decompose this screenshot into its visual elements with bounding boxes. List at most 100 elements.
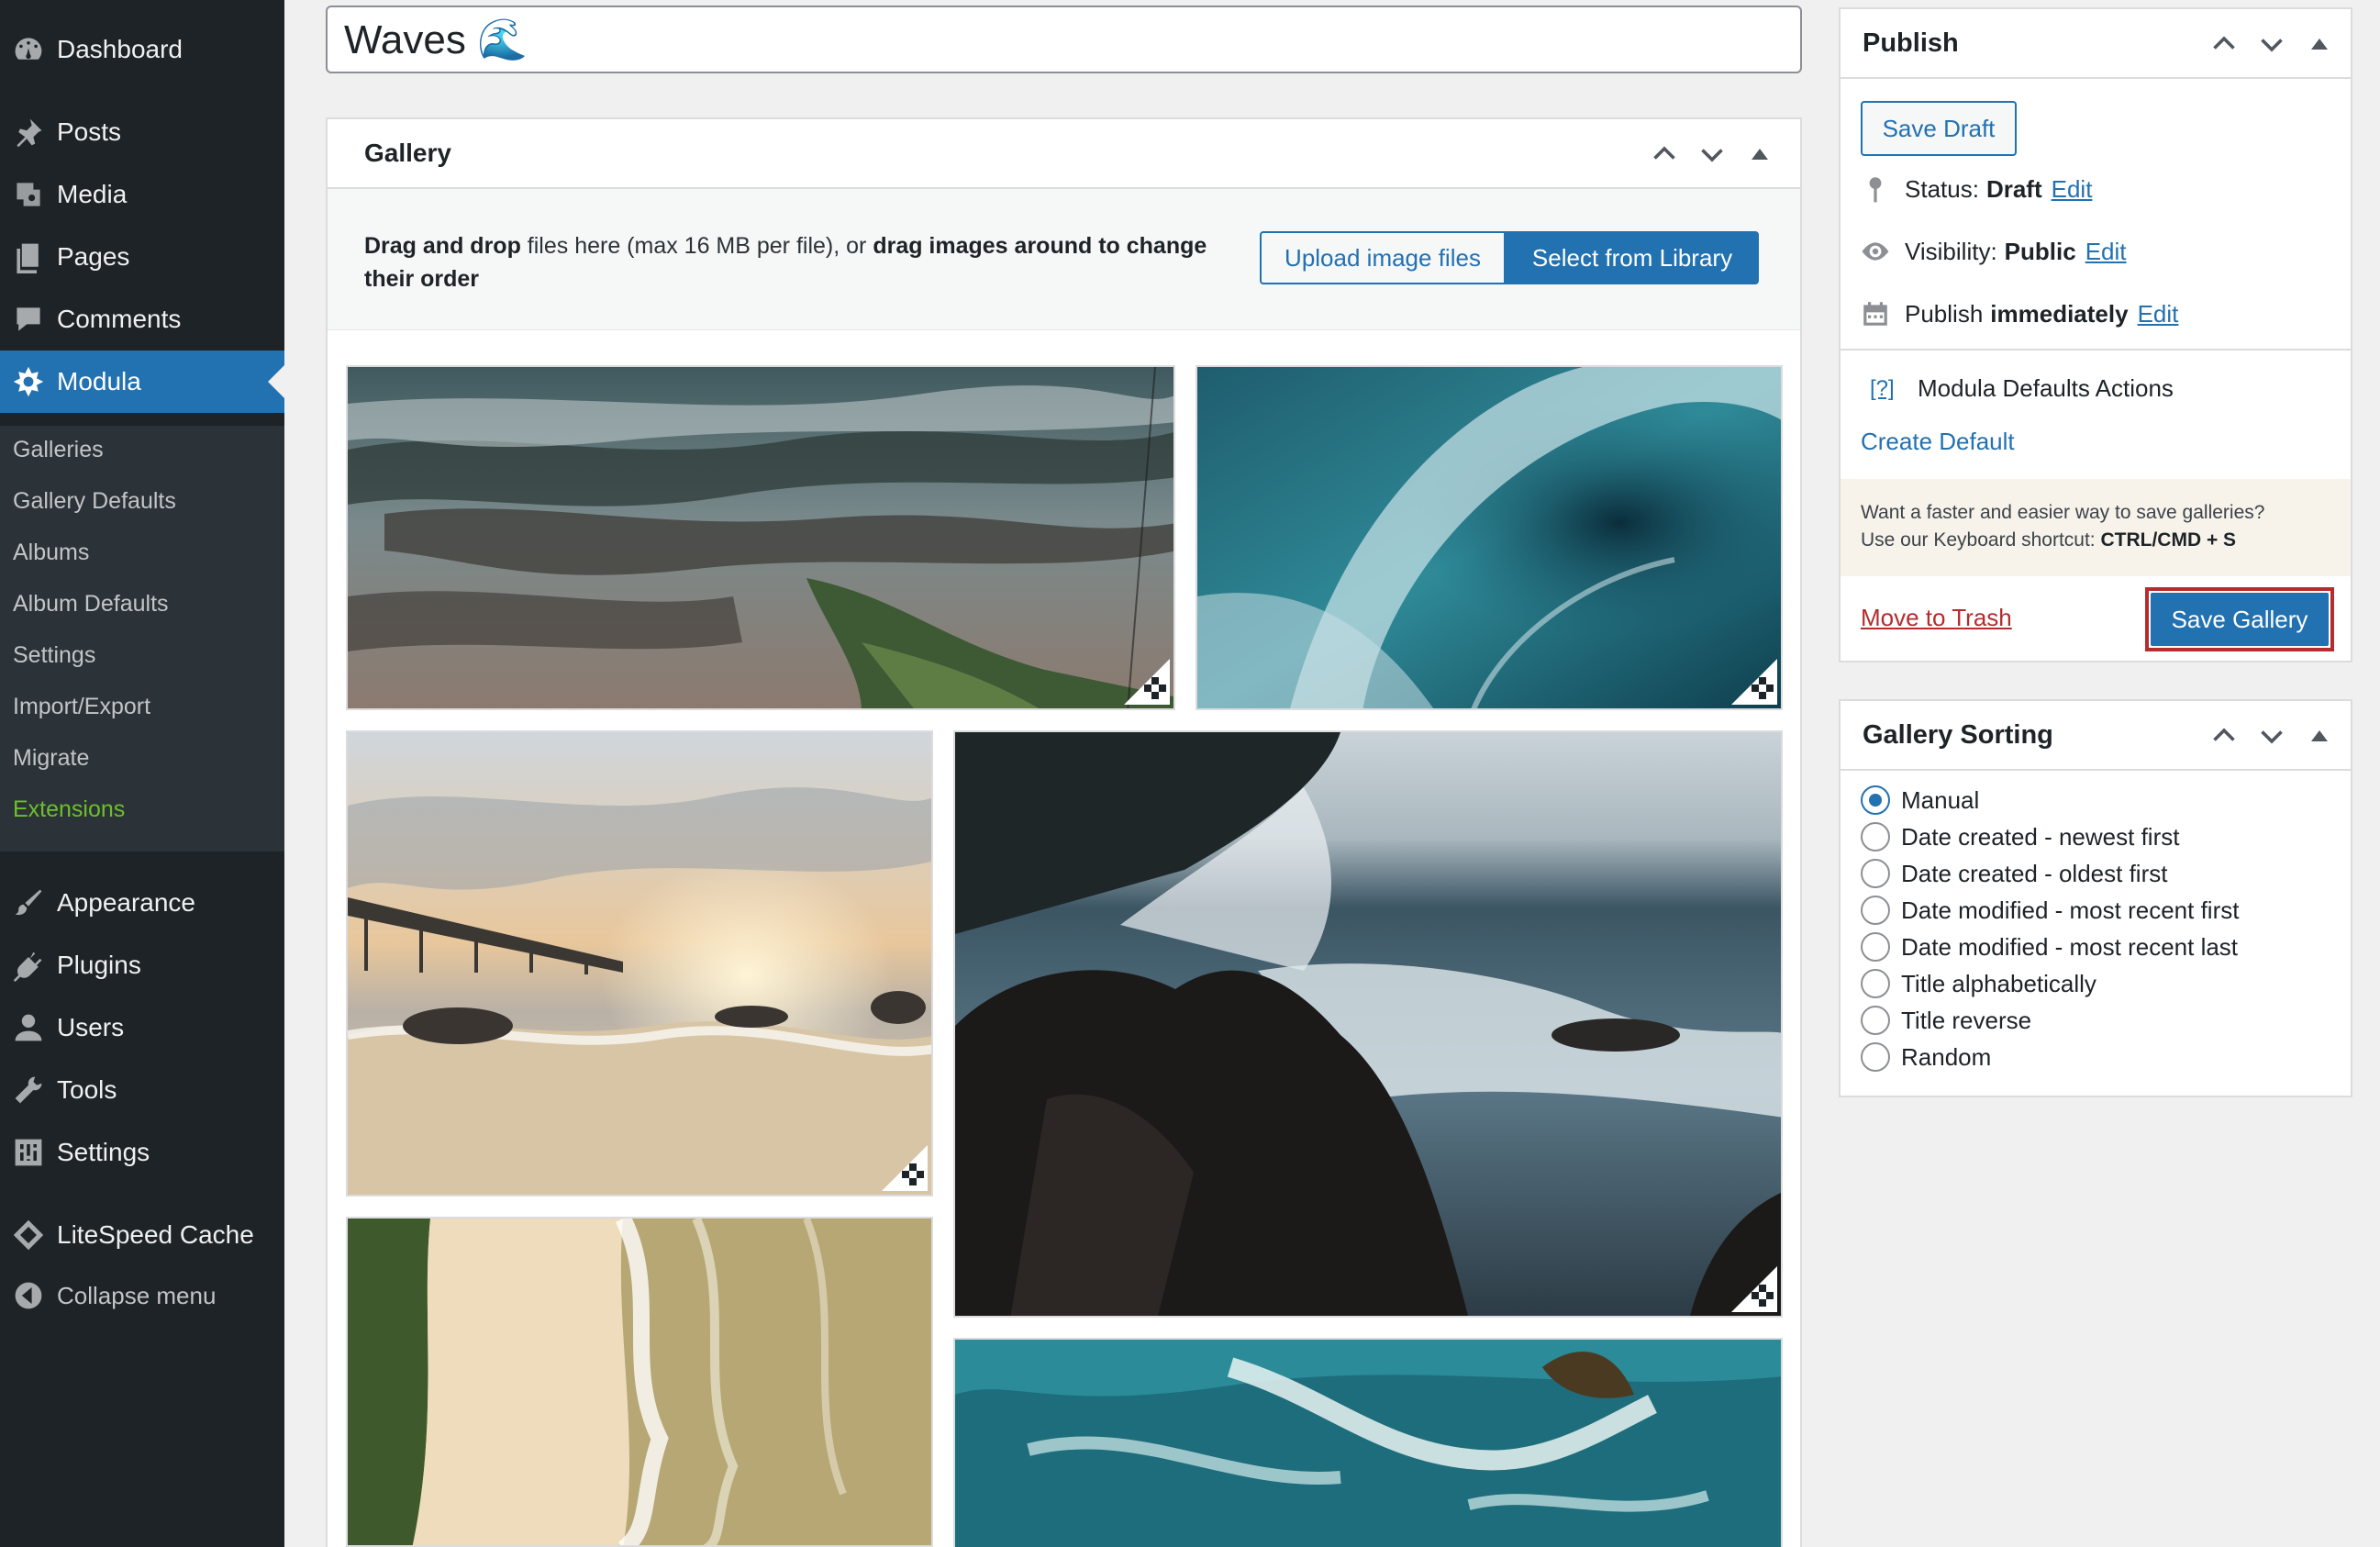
collapse-toggle-icon[interactable] [2296, 712, 2343, 760]
sort-option-random[interactable]: Random [1861, 1039, 1991, 1075]
move-up-icon[interactable] [2200, 20, 2248, 68]
rocky-surf-photo[interactable] [953, 730, 1783, 1318]
menu-dashboard[interactable]: Dashboard [0, 18, 284, 81]
publish-header: Publish [1841, 9, 2351, 79]
resize-handle-icon[interactable] [1731, 659, 1777, 705]
create-default-link[interactable]: Create Default [1861, 428, 2015, 456]
sort-option-date-newest[interactable]: Date created - newest first [1861, 818, 2179, 855]
radio-button[interactable] [1861, 1042, 1890, 1072]
move-to-trash-link[interactable]: Move to Trash [1861, 604, 2012, 632]
edit-status-link[interactable]: Edit [2052, 175, 2093, 204]
submenu-albums[interactable]: Albums [13, 540, 89, 566]
collapse-toggle-icon[interactable] [2296, 20, 2343, 68]
wrench-icon [0, 1074, 57, 1107]
menu-label: Appearance [57, 888, 196, 917]
submenu-gallery-defaults[interactable]: Gallery Defaults [13, 488, 176, 515]
submenu-galleries[interactable]: Galleries [13, 437, 104, 463]
barrel-wave-photo[interactable] [1196, 365, 1783, 710]
gallery-sorting-metabox: Gallery Sorting Manual Date created - ne… [1839, 699, 2352, 1097]
resize-handle-icon[interactable] [882, 1145, 928, 1191]
sort-option-title-reverse[interactable]: Title reverse [1861, 1002, 2031, 1039]
plug-icon [0, 949, 57, 982]
submenu-import-export[interactable]: Import/Export [13, 694, 150, 720]
move-down-icon[interactable] [2248, 20, 2296, 68]
resize-handle-icon[interactable] [1731, 1266, 1777, 1312]
radio-button[interactable] [1861, 1006, 1890, 1035]
menu-modula[interactable]: Modula [0, 351, 284, 413]
menu-label: Collapse menu [57, 1281, 217, 1309]
menu-posts[interactable]: Posts [0, 101, 284, 163]
menu-tools[interactable]: Tools [0, 1059, 284, 1121]
settings-icon [0, 1136, 57, 1169]
menu-media[interactable]: Media [0, 163, 284, 226]
save-gallery-button[interactable]: Save Gallery [2151, 593, 2329, 646]
move-up-icon[interactable] [1640, 130, 1688, 178]
publish-title: Publish [1863, 28, 1959, 58]
menu-users[interactable]: Users [0, 996, 284, 1059]
collapse-icon [0, 1279, 57, 1312]
admin-sidebar: Dashboard Posts Media Pages Comments Mod… [0, 0, 284, 1547]
resize-handle-icon[interactable] [1124, 659, 1170, 705]
upload-toolbar: Drag and drop files here (max 16 MB per … [328, 189, 1800, 330]
publish-time-row: Publish immediately Edit [1859, 295, 2178, 332]
status-row: Status: Draft Edit [1859, 171, 2092, 207]
comment-icon [0, 303, 57, 336]
pages-icon [0, 240, 57, 273]
gallery-metabox: Gallery Drag and drop files here (max 16… [326, 117, 1802, 1547]
radio-button[interactable] [1861, 859, 1890, 888]
visibility-row: Visibility: Public Edit [1859, 233, 2127, 270]
menu-litespeed-cache[interactable]: LiteSpeed Cache [0, 1204, 284, 1266]
menu-comments[interactable]: Comments [0, 288, 284, 351]
menu-appearance[interactable]: Appearance [0, 872, 284, 934]
sort-option-modified-recent-last[interactable]: Date modified - most recent last [1861, 929, 2238, 965]
edit-visibility-link[interactable]: Edit [2085, 238, 2127, 266]
menu-collapse[interactable]: Collapse menu [0, 1264, 284, 1327]
pier-sunset-photo[interactable] [346, 730, 933, 1196]
help-link[interactable]: [?] [1870, 376, 1895, 402]
move-up-icon[interactable] [2200, 712, 2248, 760]
edit-publish-time-link[interactable]: Edit [2138, 300, 2179, 328]
select-from-library-button[interactable]: Select from Library [1506, 231, 1759, 284]
gallery-title: Gallery [364, 139, 451, 167]
gallery-header: Gallery [328, 119, 1800, 189]
user-icon [0, 1011, 57, 1044]
upload-instructions: Drag and drop files here (max 16 MB per … [364, 233, 1207, 292]
radio-button[interactable] [1861, 932, 1890, 962]
radio-button[interactable] [1861, 896, 1890, 925]
modula-icon [0, 365, 57, 398]
sort-option-date-oldest[interactable]: Date created - oldest first [1861, 855, 2167, 892]
move-down-icon[interactable] [2248, 712, 2296, 760]
submenu-migrate[interactable]: Migrate [13, 745, 89, 772]
aerial-beach-photo[interactable] [346, 1217, 933, 1547]
sort-option-title-alpha[interactable]: Title alphabetically [1861, 965, 2096, 1002]
gallery-title-input[interactable]: Waves 🌊 [326, 6, 1802, 73]
turquoise-waves-photo[interactable] [953, 1338, 1783, 1547]
diamond-icon [0, 1219, 57, 1252]
save-draft-button[interactable]: Save Draft [1861, 101, 2017, 156]
menu-label: Pages [57, 242, 130, 271]
pin-icon [0, 116, 57, 149]
menu-label: LiteSpeed Cache [57, 1220, 254, 1249]
radio-button[interactable] [1861, 822, 1890, 851]
menu-pages[interactable]: Pages [0, 226, 284, 288]
submenu-album-defaults[interactable]: Album Defaults [13, 591, 169, 618]
sorting-header: Gallery Sorting [1841, 701, 2351, 771]
keyboard-shortcut-notice: Want a faster and easier way to save gal… [1841, 479, 2351, 576]
sort-option-manual[interactable]: Manual [1861, 782, 1979, 818]
dashboard-icon [0, 33, 57, 66]
menu-settings[interactable]: Settings [0, 1121, 284, 1184]
collapse-toggle-icon[interactable] [1736, 130, 1784, 178]
modula-submenu: Galleries Gallery Defaults Albums Album … [0, 426, 284, 851]
radio-button[interactable] [1861, 785, 1890, 815]
radio-button[interactable] [1861, 969, 1890, 998]
aerial-coast-photo[interactable] [346, 365, 1175, 710]
sort-option-modified-recent-first[interactable]: Date modified - most recent first [1861, 892, 2239, 929]
menu-plugins[interactable]: Plugins [0, 934, 284, 996]
submenu-settings[interactable]: Settings [13, 642, 95, 669]
upload-image-files-button[interactable]: Upload image files [1260, 231, 1506, 284]
submenu-extensions[interactable]: Extensions [13, 796, 125, 823]
defaults-actions-label: Modula Defaults Actions [1918, 374, 2174, 402]
menu-label: Dashboard [57, 35, 183, 63]
move-down-icon[interactable] [1688, 130, 1736, 178]
menu-label: Tools [57, 1075, 117, 1104]
